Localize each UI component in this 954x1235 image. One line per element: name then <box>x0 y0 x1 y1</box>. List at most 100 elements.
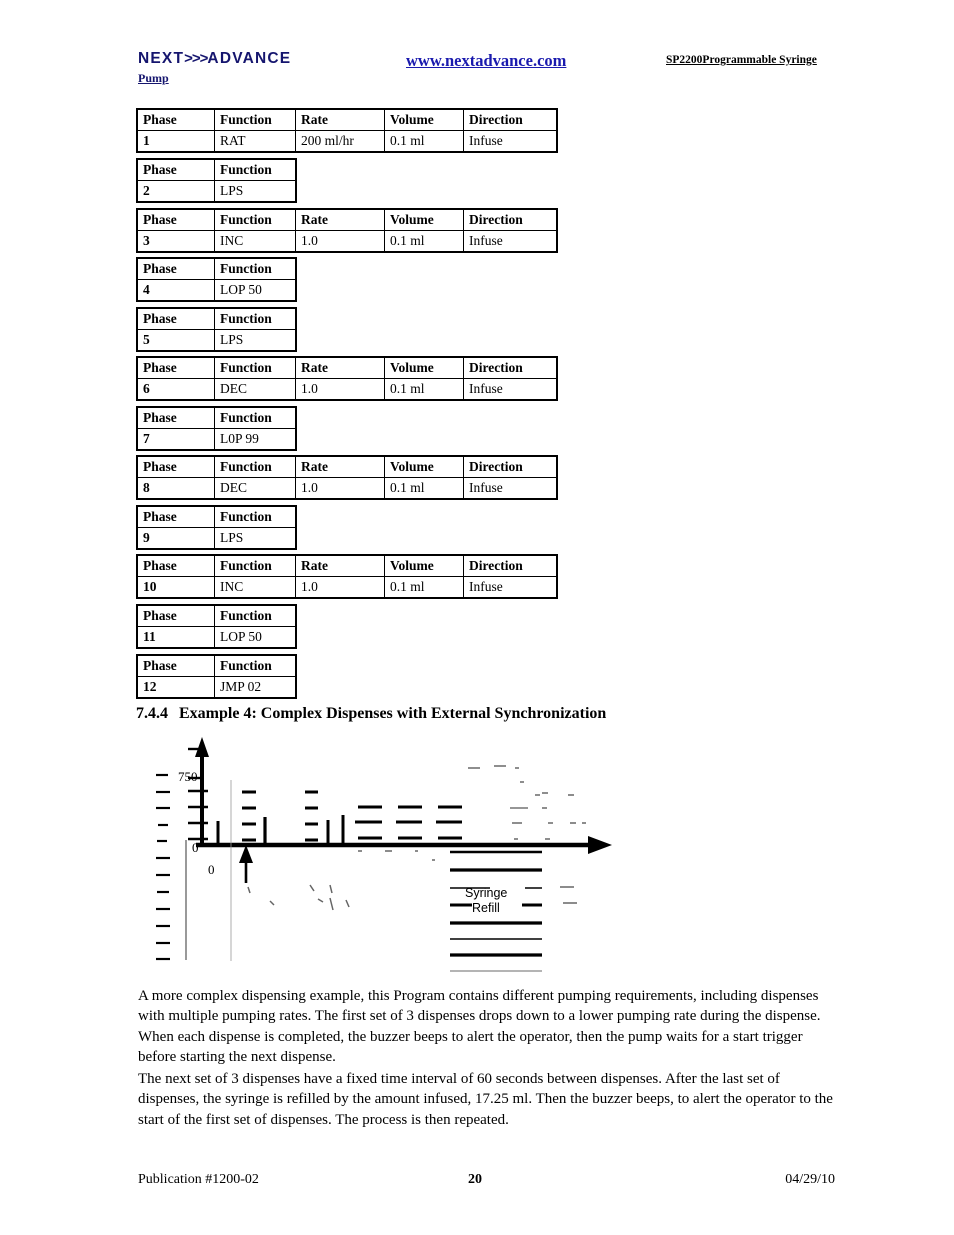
phase-table: Phase Function Rate Volume Direction 8 DEC 1.0 0… <box>136 455 558 500</box>
footer-publication: Publication #1200-02 <box>138 1172 259 1187</box>
cell-phase: 4 <box>136 279 215 302</box>
column-header-direction: Direction <box>463 455 558 478</box>
cell-function: LPS <box>214 180 297 203</box>
page-footer: Publication #1200-02 20 04/29/10 <box>138 1172 835 1192</box>
table-row: 1 RAT 200 ml/hr 0.1 ml Infuse <box>136 130 558 153</box>
column-header-phase: Phase <box>136 604 215 627</box>
cell-phase: 7 <box>136 428 215 451</box>
table-row: 3 INC 1.0 0.1 ml Infuse <box>136 230 558 253</box>
x-axis-arrow-icon <box>588 836 612 854</box>
phase-table: Phase Function 5 LPS <box>136 307 297 352</box>
column-header-function: Function <box>214 307 297 330</box>
column-header-phase: Phase <box>136 455 215 478</box>
table-header-row: Phase Function <box>136 406 297 429</box>
logo-subtitle: Pump <box>138 71 169 85</box>
cell-rate: 200 ml/hr <box>295 130 385 153</box>
column-header-phase: Phase <box>136 158 215 181</box>
column-header-rate: Rate <box>295 356 385 379</box>
dispense-pulses-set-1 <box>216 790 345 845</box>
logo-text-advance: ADVANCE <box>207 50 292 67</box>
cell-rate: 1.0 <box>295 230 385 253</box>
left-margin-dashes <box>156 773 170 961</box>
column-header-phase: Phase <box>136 108 215 131</box>
table-row: 8 DEC 1.0 0.1 ml Infuse <box>136 477 558 500</box>
cell-function: RAT <box>214 130 296 153</box>
document-page: NEXT>>>ADVANCE Pump www.nextadvance.com … <box>0 0 954 1235</box>
column-header-direction: Direction <box>463 356 558 379</box>
column-header-function: Function <box>214 554 296 577</box>
cell-phase: 9 <box>136 527 215 550</box>
logo-text-next: NEXT <box>138 50 185 67</box>
column-header-rate: Rate <box>295 108 385 131</box>
cell-function: LPS <box>214 329 297 352</box>
column-header-phase: Phase <box>136 208 215 231</box>
footer-page-number: 20 <box>468 1172 482 1187</box>
timing-diagram-figure: 750 0 0 Syringe Refill <box>150 735 670 980</box>
table-row: 11 LOP 50 <box>136 626 297 649</box>
cell-phase: 6 <box>136 378 215 401</box>
cell-function: L0P 99 <box>214 428 297 451</box>
column-header-rate: Rate <box>295 455 385 478</box>
cell-direction: Infuse <box>463 230 558 253</box>
cell-phase: 8 <box>136 477 215 500</box>
table-header-row: Phase Function <box>136 505 297 528</box>
table-header-row: Phase Function <box>136 257 297 280</box>
cell-direction: Infuse <box>463 378 558 401</box>
y-axis-top-label: 750 <box>178 769 198 784</box>
column-header-function: Function <box>214 208 296 231</box>
cell-phase: 5 <box>136 329 215 352</box>
cell-direction: Infuse <box>463 130 558 153</box>
cell-function: DEC <box>214 477 296 500</box>
column-header-function: Function <box>214 356 296 379</box>
page-header: NEXT>>>ADVANCE Pump www.nextadvance.com … <box>138 50 838 88</box>
column-header-volume: Volume <box>384 356 464 379</box>
cell-volume: 0.1 ml <box>384 576 464 599</box>
table-header-row: Phase Function Rate Volume Direction <box>136 108 558 131</box>
phase-table: Phase Function Rate Volume Direction 1 RAT 200 … <box>136 108 558 153</box>
table-header-row: Phase Function <box>136 158 297 181</box>
column-header-phase: Phase <box>136 257 215 280</box>
column-header-function: Function <box>214 158 297 181</box>
cell-rate: 1.0 <box>295 378 385 401</box>
table-row: 5 LPS <box>136 329 297 352</box>
column-header-function: Function <box>214 406 297 429</box>
section-number: 7.4.4 <box>136 705 168 722</box>
legend-label-refill: Refill <box>472 901 500 915</box>
column-header-function: Function <box>214 505 297 528</box>
column-header-function: Function <box>214 108 296 131</box>
table-row: 7 L0P 99 <box>136 428 297 451</box>
body-paragraph-1: A more complex dispensing example, this … <box>138 988 821 1066</box>
column-header-volume: Volume <box>384 108 464 131</box>
phase-table: Phase Function 7 L0P 99 <box>136 406 297 451</box>
section-title: Example 4: Complex Dispenses with Extern… <box>179 705 607 722</box>
phase-table: Phase Function Rate Volume Direction 10 INC 1.0… <box>136 554 558 599</box>
website-link[interactable]: www.nextadvance.com <box>406 51 566 71</box>
cell-function: DEC <box>214 378 296 401</box>
legend-label-syringe: Syringe <box>465 886 508 900</box>
column-header-function: Function <box>214 604 297 627</box>
cell-direction: Infuse <box>463 477 558 500</box>
cell-phase: 1 <box>136 130 215 153</box>
column-header-rate: Rate <box>295 554 385 577</box>
cell-function: LOP 50 <box>214 279 297 302</box>
phase-table: Phase Function 4 LOP 50 <box>136 257 297 302</box>
footer-date: 04/29/10 <box>785 1172 835 1187</box>
phase-table: Phase Function Rate Volume Direction 3 INC 1.0 0… <box>136 208 558 253</box>
column-header-volume: Volume <box>384 554 464 577</box>
table-header-row: Phase Function Rate Volume Direction <box>136 208 558 231</box>
cell-volume: 0.1 ml <box>384 378 464 401</box>
start-trigger-arrow-icon <box>239 845 253 883</box>
cell-phase: 3 <box>136 230 215 253</box>
column-header-direction: Direction <box>463 554 558 577</box>
table-row: 2 LPS <box>136 180 297 203</box>
column-header-function: Function <box>214 654 297 677</box>
table-header-row: Phase Function Rate Volume Direction <box>136 356 558 379</box>
cell-function: LPS <box>214 527 297 550</box>
y-axis-zero-label: 0 <box>192 840 199 855</box>
cell-function: INC <box>214 576 296 599</box>
column-header-direction: Direction <box>463 108 558 131</box>
cell-phase: 2 <box>136 180 215 203</box>
cell-direction: Infuse <box>463 576 558 599</box>
logo-chevrons-icon: >>> <box>184 50 208 67</box>
degraded-fragments-upper-right <box>468 765 553 840</box>
